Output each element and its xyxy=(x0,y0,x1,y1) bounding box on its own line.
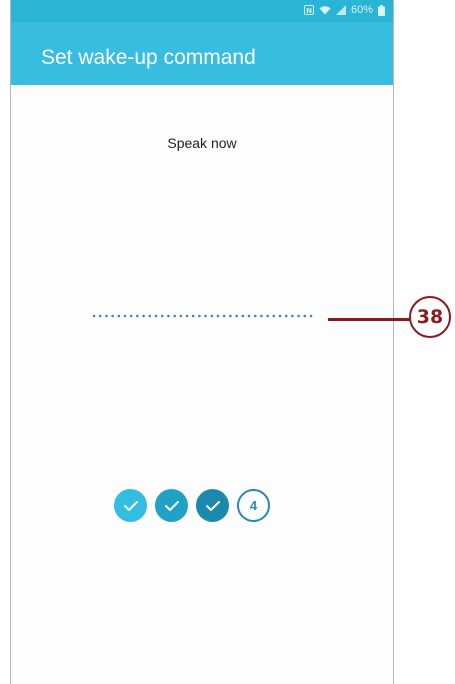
step-4-current: 4 xyxy=(237,489,270,522)
check-icon xyxy=(164,500,179,511)
waveform-dot xyxy=(167,314,170,318)
waveform-dot xyxy=(284,314,288,318)
step-2-complete xyxy=(155,489,188,522)
callout-line xyxy=(328,318,410,321)
waveform-dot xyxy=(260,314,263,318)
voice-waveform xyxy=(92,314,313,318)
step-3-complete xyxy=(196,489,229,522)
phone-screen: N 60% Set wake-up command Speak now 4 xyxy=(10,0,394,684)
waveform-dot xyxy=(105,314,108,318)
waveform-dot xyxy=(123,314,127,318)
waveform-dot xyxy=(222,314,226,318)
waveform-dot xyxy=(247,314,251,318)
waveform-dot xyxy=(253,314,257,318)
waveform-dot xyxy=(198,314,201,318)
app-bar: Set wake-up command xyxy=(11,22,393,85)
speak-prompt: Speak now xyxy=(167,135,237,151)
page: N 60% Set wake-up command Speak now 4 38 xyxy=(0,0,455,684)
waveform-dot xyxy=(98,314,102,318)
waveform-dot xyxy=(303,314,307,318)
check-icon xyxy=(205,500,220,511)
waveform-dot xyxy=(136,314,139,318)
waveform-dot xyxy=(297,314,300,318)
waveform-dot xyxy=(216,314,220,318)
waveform-dot xyxy=(179,314,183,318)
waveform-dot xyxy=(148,314,152,318)
waveform-dot xyxy=(92,314,96,318)
waveform-dot xyxy=(235,314,238,318)
svg-text:N: N xyxy=(306,7,312,15)
waveform-dot xyxy=(229,314,232,318)
waveform-dot xyxy=(241,314,245,318)
check-icon xyxy=(123,500,138,511)
progress-steps: 4 xyxy=(114,489,270,522)
waveform-dot xyxy=(266,314,269,318)
waveform-dot xyxy=(185,314,189,318)
waveform-dot xyxy=(278,314,282,318)
waveform-dot xyxy=(111,314,114,318)
status-icons: N 60% xyxy=(303,4,385,16)
page-title: Set wake-up command xyxy=(41,46,256,69)
waveform-dot xyxy=(272,314,276,318)
battery-percent: 60% xyxy=(350,4,373,16)
step-1-complete xyxy=(114,489,147,522)
waveform-dot xyxy=(173,314,176,318)
waveform-dot xyxy=(129,314,133,318)
main-content: Speak now 4 xyxy=(11,85,393,684)
waveform-dot xyxy=(154,314,158,318)
nfc-icon: N xyxy=(303,5,314,15)
waveform-dot xyxy=(204,314,207,318)
callout-number-badge: 38 xyxy=(409,296,451,338)
waveform-dot xyxy=(117,314,121,318)
waveform-dot xyxy=(291,314,294,318)
waveform-dot xyxy=(142,314,145,318)
status-bar: N 60% xyxy=(11,0,393,22)
waveform-dot xyxy=(191,314,195,318)
waveform-dot xyxy=(160,314,164,318)
waveform-dot xyxy=(309,314,313,318)
waveform-dot xyxy=(210,314,214,318)
signal-icon xyxy=(335,5,346,15)
battery-icon xyxy=(378,4,385,16)
wifi-icon xyxy=(319,5,331,15)
